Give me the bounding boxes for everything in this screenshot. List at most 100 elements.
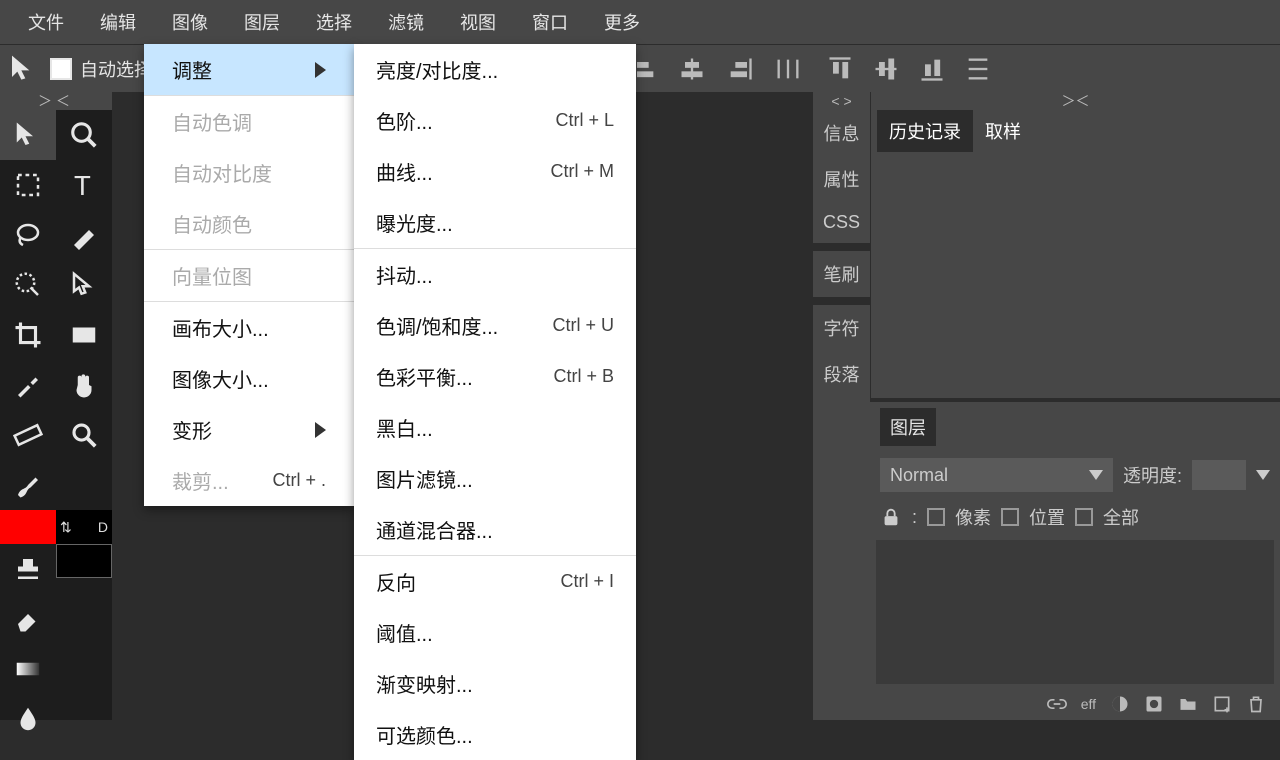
adjustments-submenu: 亮度/对比度...色阶...Ctrl + L曲线...Ctrl + M曝光度..… <box>354 44 636 760</box>
image-menu-item-3: 自动对比度 <box>144 147 354 198</box>
mask-icon[interactable] <box>1110 694 1130 714</box>
layers-list[interactable] <box>876 540 1274 684</box>
menu-filter[interactable]: 滤镜 <box>370 0 442 45</box>
layers-tab[interactable]: 图层 <box>880 408 936 446</box>
tool-panel: ＞＜ T ⇅D <box>0 92 112 720</box>
new-layer-icon[interactable] <box>1212 694 1232 714</box>
zoom-tool[interactable] <box>56 410 112 460</box>
tab-css[interactable]: CSS <box>813 202 870 243</box>
tab-history[interactable]: 历史记录 <box>877 110 973 152</box>
adjust-menu-item-8[interactable]: 黑白... <box>354 402 636 453</box>
image-menu-item-10[interactable]: 变形 <box>144 404 354 455</box>
menubar: 文件 编辑 图像 图层 选择 滤镜 视图 窗口 更多 <box>0 0 1280 44</box>
stamp-tool[interactable] <box>0 544 56 594</box>
adjust-menu-item-12[interactable]: 反向Ctrl + I <box>354 556 636 607</box>
tab-swatches[interactable]: 取样 <box>973 110 1033 152</box>
lock-position-checkbox[interactable] <box>1001 508 1019 526</box>
effects-button[interactable]: eff <box>1081 696 1096 712</box>
ruler-tool[interactable] <box>0 410 56 460</box>
blur-tool[interactable] <box>0 694 56 744</box>
lock-all-checkbox[interactable] <box>1075 508 1093 526</box>
adjust-menu-item-14[interactable]: 渐变映射... <box>354 658 636 709</box>
lock-position-label: 位置 <box>1029 504 1065 530</box>
panel-grip[interactable]: ＞＜ <box>0 92 112 110</box>
menu-more[interactable]: 更多 <box>586 0 658 45</box>
lock-icon <box>880 506 902 528</box>
svg-text:T: T <box>74 170 91 200</box>
move-tool[interactable] <box>0 110 56 160</box>
menu-file[interactable]: 文件 <box>10 0 82 45</box>
submenu-arrow-icon <box>315 62 326 78</box>
blend-mode-value: Normal <box>890 465 948 486</box>
menu-select[interactable]: 选择 <box>298 0 370 45</box>
align-right-icon[interactable] <box>726 55 754 83</box>
crop-tool[interactable] <box>0 310 56 360</box>
adjust-menu-item-3[interactable]: 曝光度... <box>354 197 636 248</box>
marquee-tool[interactable] <box>0 160 56 210</box>
adjust-menu-item-1[interactable]: 色阶...Ctrl + L <box>354 95 636 146</box>
menu-window[interactable]: 窗口 <box>514 0 586 45</box>
image-menu-item-0[interactable]: 调整 <box>144 44 354 95</box>
lock-pixels-checkbox[interactable] <box>927 508 945 526</box>
panel-grip[interactable]: < > <box>813 92 870 110</box>
trash-icon[interactable] <box>1246 694 1266 714</box>
align-hcenter-icon[interactable] <box>678 55 706 83</box>
opacity-label: 透明度: <box>1123 462 1182 488</box>
eyedropper-tool[interactable] <box>0 360 56 410</box>
tab-info[interactable]: 信息 <box>813 110 870 156</box>
adjust-menu-item-7[interactable]: 色彩平衡...Ctrl + B <box>354 351 636 402</box>
hand-tool[interactable] <box>56 360 112 410</box>
history-body <box>877 156 1274 392</box>
distribute-v-icon[interactable] <box>964 55 992 83</box>
quick-select-tool[interactable] <box>0 260 56 310</box>
adjust-menu-item-13[interactable]: 阈值... <box>354 607 636 658</box>
distribute-icon[interactable] <box>774 55 802 83</box>
adjust-menu-item-9[interactable]: 图片滤镜... <box>354 453 636 504</box>
adjust-menu-item-10[interactable]: 通道混合器... <box>354 504 636 555</box>
adjust-menu-item-2[interactable]: 曲线...Ctrl + M <box>354 146 636 197</box>
folder-icon[interactable] <box>1178 694 1198 714</box>
chevron-down-icon <box>1089 470 1103 480</box>
submenu-arrow-icon <box>315 422 326 438</box>
align-vcenter-icon[interactable] <box>872 55 900 83</box>
lasso-tool[interactable] <box>0 210 56 260</box>
gradient-tool[interactable] <box>0 644 56 694</box>
swap-default-colors[interactable]: ⇅D <box>56 510 112 544</box>
chevron-down-icon[interactable] <box>1256 470 1270 480</box>
lock-all-label: 全部 <box>1103 504 1139 530</box>
adjust-menu-item-6[interactable]: 色调/饱和度...Ctrl + U <box>354 300 636 351</box>
lock-pixels-label: 像素 <box>955 504 991 530</box>
image-menu-item-8[interactable]: 画布大小... <box>144 302 354 353</box>
tab-props[interactable]: 属性 <box>813 156 870 202</box>
opacity-input[interactable] <box>1192 460 1246 490</box>
eraser-tool[interactable] <box>0 594 56 644</box>
image-menu-item-6: 向量位图 <box>144 250 354 301</box>
link-icon[interactable] <box>1047 694 1067 714</box>
panel-grip[interactable]: ＞＜ <box>871 92 1280 110</box>
align-top-icon[interactable] <box>826 55 854 83</box>
menu-edit[interactable]: 编辑 <box>82 0 154 45</box>
adjust-menu-item-0[interactable]: 亮度/对比度... <box>354 44 636 95</box>
image-menu-item-9[interactable]: 图像大小... <box>144 353 354 404</box>
adjust-menu-item-5[interactable]: 抖动... <box>354 249 636 300</box>
tab-brush[interactable]: 笔刷 <box>813 251 870 297</box>
pen-tool[interactable] <box>56 210 112 260</box>
tab-character[interactable]: 字符 <box>813 305 870 351</box>
direct-select-tool[interactable] <box>56 260 112 310</box>
brush-tool[interactable] <box>0 460 56 510</box>
adjust-menu-item-15[interactable]: 可选颜色... <box>354 709 636 760</box>
background-color[interactable] <box>56 544 112 578</box>
tab-paragraph[interactable]: 段落 <box>813 351 870 397</box>
rectangle-tool[interactable] <box>56 310 112 360</box>
magnify-lens-tool[interactable] <box>56 110 112 160</box>
align-bottom-icon[interactable] <box>918 55 946 83</box>
menu-layer[interactable]: 图层 <box>226 0 298 45</box>
auto-select-checkbox[interactable] <box>50 58 72 80</box>
text-tool[interactable]: T <box>56 160 112 210</box>
menu-view[interactable]: 视图 <box>442 0 514 45</box>
blend-mode-select[interactable]: Normal <box>880 458 1113 492</box>
foreground-color[interactable] <box>0 510 56 544</box>
image-menu-item-2: 自动色调 <box>144 96 354 147</box>
menu-image[interactable]: 图像 <box>154 0 226 45</box>
adjustment-icon[interactable] <box>1144 694 1164 714</box>
